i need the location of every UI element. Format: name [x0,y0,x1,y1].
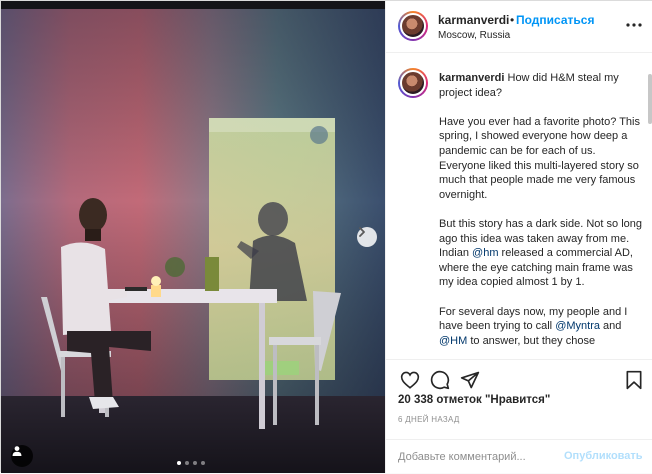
comments-area[interactable]: karmanverdi How did H&M steal my project… [386,54,652,359]
post-side-panel: karmanverdi • Подписаться Moscow, Russia… [385,1,652,473]
post-header: karmanverdi • Подписаться Moscow, Russia [386,1,652,53]
photo-illustration [1,1,385,473]
avatar[interactable] [398,11,428,41]
share-button[interactable] [458,368,482,392]
mention-link[interactable]: @Myntra [555,320,600,332]
user-icon [12,446,22,456]
post-actions: 20 338 отметок "Нравится" 6 ДНЕЙ НАЗАД О… [386,359,652,473]
likes-count[interactable]: 20 338 отметок "Нравится" [398,394,550,406]
mention-link[interactable]: @HM [439,335,467,347]
comment-button[interactable] [428,368,452,392]
carousel-dot [201,461,205,465]
post-caption: karmanverdi How did H&M steal my project… [439,71,645,359]
ellipsis-icon [626,23,642,27]
carousel-dot [185,461,189,465]
share-icon [460,371,480,389]
mention-link[interactable]: @hm [472,247,498,259]
follow-button[interactable]: Подписаться [516,13,594,27]
more-options-button[interactable] [622,15,646,35]
chevron-right-icon [359,227,365,237]
comment-input[interactable] [398,448,558,466]
caption-paragraph-3: For several days now, my people and I ha… [439,305,628,347]
caption-avatar[interactable] [398,68,428,98]
bookmark-icon [626,370,642,390]
post-timestamp[interactable]: 6 ДНЕЙ НАЗАД [398,415,460,424]
caption-username[interactable]: karmanverdi [439,72,504,84]
header-separator: • [510,13,515,27]
heart-icon [400,371,420,389]
comments-scrollbar[interactable] [648,74,652,124]
caption-paragraph-2: But this story has a dark side. Not so l… [439,217,642,289]
like-button[interactable] [398,368,422,392]
caption-paragraph-1: Have you ever had a favorite photo? This… [439,115,640,201]
publish-comment-button[interactable]: Опубликовать [564,450,643,462]
instagram-post: karmanverdi • Подписаться Moscow, Russia… [0,0,652,473]
post-photo[interactable] [1,1,385,473]
carousel-dot [177,461,181,465]
carousel-indicator [177,461,205,465]
add-comment-form: Опубликовать [386,439,652,474]
tagged-users-button[interactable] [11,445,33,467]
author-username[interactable]: karmanverdi [438,13,509,27]
post-location[interactable]: Moscow, Russia [438,30,510,41]
next-slide-button[interactable] [357,227,377,247]
carousel-dot [193,461,197,465]
comment-icon [430,370,450,390]
save-button[interactable] [622,368,646,392]
